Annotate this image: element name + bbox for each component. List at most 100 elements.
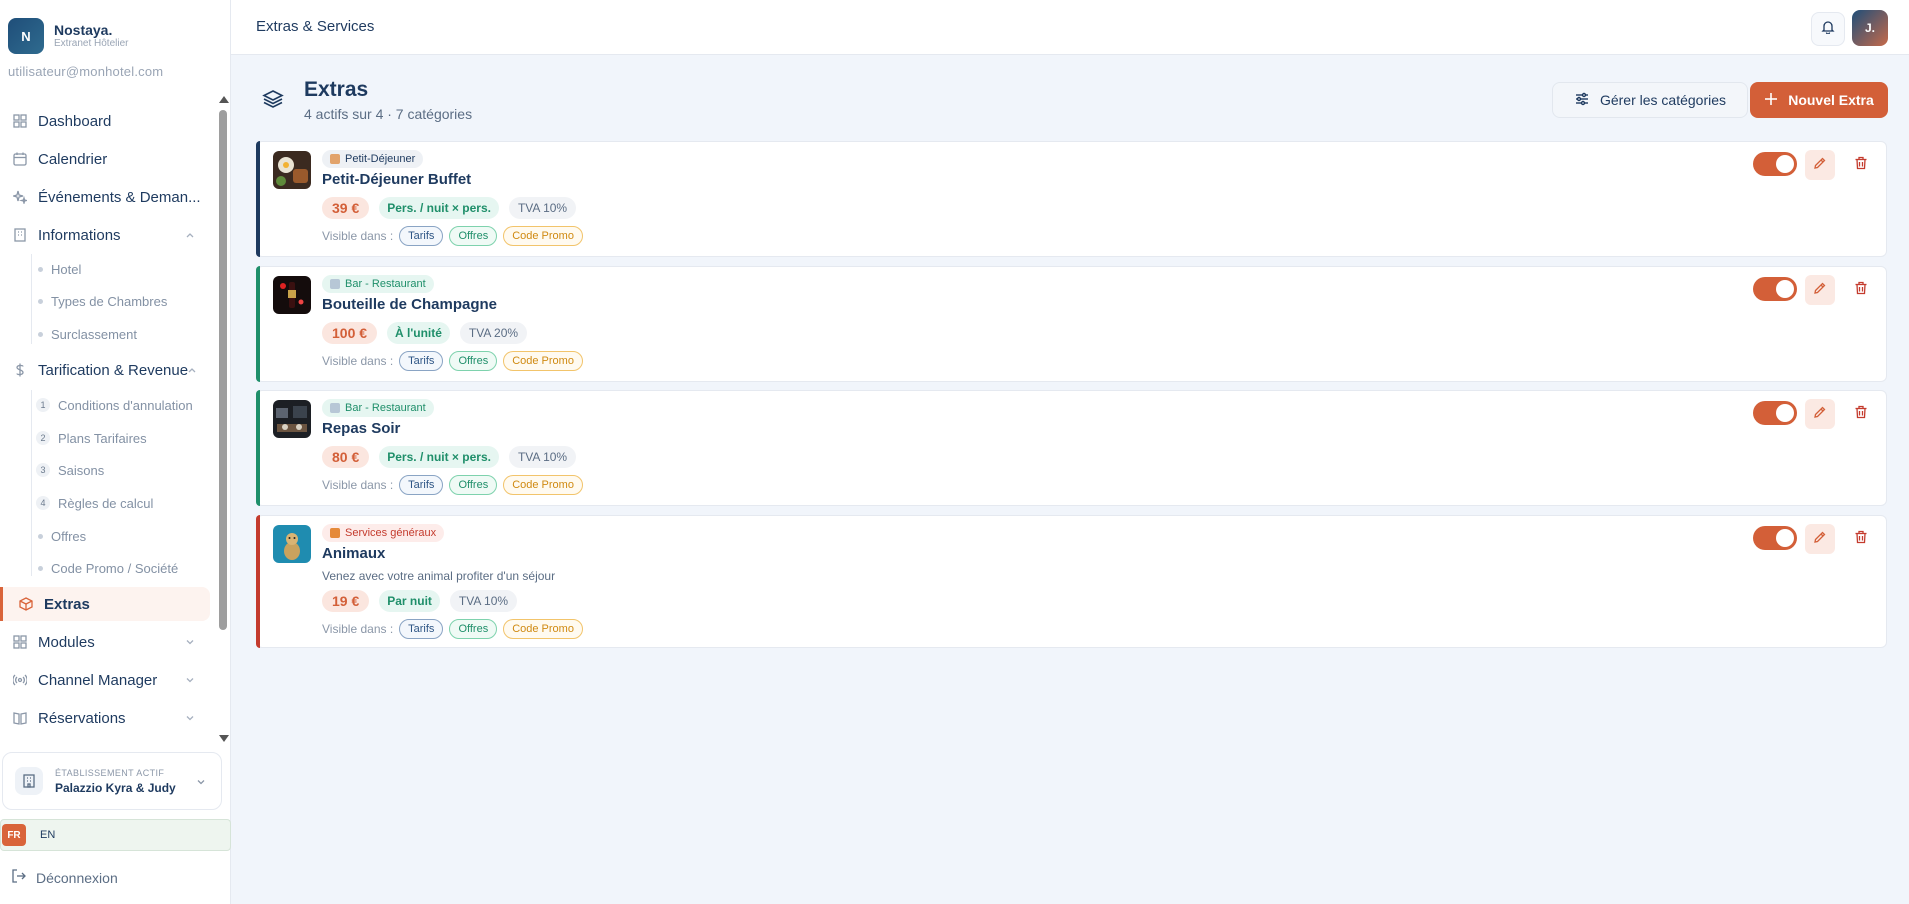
sidebar-item-label: Calendrier	[38, 150, 108, 168]
card-accent-bar	[256, 390, 260, 506]
sidebar-item-label: Dashboard	[38, 112, 112, 130]
chevron-up-icon	[186, 363, 198, 375]
utensils-icon	[330, 403, 340, 413]
sidebar-item-channel-manager[interactable]: Channel Manager	[0, 663, 210, 697]
sidebar-item-tarification[interactable]: Tarification & Revenue	[0, 353, 210, 387]
utensils-icon	[330, 279, 340, 289]
delete-button[interactable]	[1850, 528, 1872, 550]
language-en-button[interactable]: EN	[40, 829, 55, 841]
submenu-item-plans-tarifaires[interactable]: 2 Plans Tarifaires	[36, 426, 147, 450]
tag-tarifs: Tarifs	[399, 351, 444, 371]
extra-card[interactable]: Bar - Restaurant Repas Soir 80 € Pers. /…	[256, 390, 1887, 506]
extra-description: Venez avec votre animal profiter d'un sé…	[322, 569, 556, 583]
establishment-selector[interactable]: ÉTABLISSEMENT ACTIF Palazzio Kyra & Judy	[2, 752, 222, 810]
visibility-tags: Visible dans : Tarifs Offres Code Promo	[322, 351, 583, 371]
trash-icon	[1854, 281, 1868, 300]
extra-thumbnail	[273, 151, 311, 189]
bullet-icon	[38, 266, 43, 272]
establishment-label: ÉTABLISSEMENT ACTIF	[55, 767, 165, 778]
user-email: utilisateur@monhotel.com	[8, 64, 164, 79]
sidebar-item-label: Événements & Deman...	[38, 188, 201, 206]
submenu-item-regles-calcul[interactable]: 4 Règles de calcul	[36, 491, 153, 515]
submenu-item-hotel[interactable]: Hotel	[36, 257, 81, 281]
extra-card[interactable]: Services généraux Animaux Venez avec vot…	[256, 515, 1887, 648]
chevron-down-icon	[195, 775, 207, 793]
brand[interactable]: N Nostaya. Extranet Hôtelier	[8, 18, 128, 54]
extra-chips: 80 € Pers. / nuit × pers. TVA 10%	[322, 446, 577, 468]
submenu-item-types-chambres[interactable]: Types de Chambres	[36, 289, 167, 313]
active-toggle[interactable]	[1753, 277, 1797, 301]
submenu-item-surclassement[interactable]: Surclassement	[36, 322, 137, 346]
broadcast-icon	[12, 672, 28, 688]
submenu-item-offres[interactable]: Offres	[36, 524, 86, 548]
sidebar-item-evenements[interactable]: Événements & Deman...	[0, 180, 210, 214]
visible-label: Visible dans :	[322, 229, 394, 243]
edit-button[interactable]	[1805, 150, 1835, 180]
new-extra-label: Nouvel Extra	[1788, 92, 1874, 108]
sidebar-item-label: Extras	[44, 595, 90, 613]
notifications-button[interactable]	[1811, 12, 1845, 46]
delete-button[interactable]	[1850, 403, 1872, 425]
extra-card[interactable]: Bar - Restaurant Bouteille de Champagne …	[256, 266, 1887, 382]
sidebar-item-reservations[interactable]: Réservations	[0, 701, 210, 735]
extra-thumbnail	[273, 400, 311, 438]
unit-badge: Par nuit	[379, 590, 440, 612]
sidebar-scrollbar[interactable]	[217, 96, 229, 742]
chevron-up-icon	[184, 228, 196, 240]
extra-name: Bouteille de Champagne	[322, 296, 498, 313]
tag-code-promo: Code Promo	[503, 226, 583, 246]
extra-chips: 100 € À l'unité TVA 20%	[322, 322, 528, 344]
new-extra-button[interactable]: Nouvel Extra	[1750, 82, 1888, 118]
category-badge: Petit-Déjeuner	[322, 150, 424, 168]
user-avatar[interactable]: J.	[1852, 10, 1888, 46]
scrollbar-thumb[interactable]	[219, 110, 227, 630]
tag-offres: Offres	[449, 226, 498, 246]
manage-categories-label: Gérer les catégories	[1599, 92, 1727, 108]
extra-name: Petit-Déjeuner Buffet	[322, 171, 472, 188]
edit-button[interactable]	[1805, 399, 1835, 429]
building-icon	[12, 227, 28, 243]
sliders-icon	[1574, 91, 1590, 110]
bullet-icon	[38, 331, 43, 337]
manage-categories-button[interactable]: Gérer les catégories	[1552, 82, 1748, 118]
active-toggle[interactable]	[1753, 152, 1797, 176]
extra-card[interactable]: Petit-Déjeuner Petit-Déjeuner Buffet 39 …	[256, 141, 1887, 257]
delete-button[interactable]	[1850, 279, 1872, 301]
submenu-item-code-promo[interactable]: Code Promo / Société	[36, 556, 178, 580]
dollar-icon	[12, 362, 28, 378]
tag-offres: Offres	[449, 619, 498, 639]
brand-subtitle: Extranet Hôtelier	[54, 38, 129, 49]
establishment-name: Palazzio Kyra & Judy	[55, 780, 176, 795]
language-fr-button[interactable]: FR	[2, 824, 26, 846]
scroll-down-arrow-icon[interactable]	[219, 735, 229, 742]
active-toggle[interactable]	[1753, 401, 1797, 425]
category-label: Bar - Restaurant	[345, 402, 426, 414]
visible-label: Visible dans :	[322, 354, 394, 368]
submenu-label: Code Promo / Société	[51, 560, 179, 576]
chevron-down-icon	[184, 635, 196, 647]
sidebar-item-dashboard[interactable]: Dashboard	[0, 104, 210, 138]
submenu-label: Saisons	[58, 462, 105, 478]
sidebar-item-extras[interactable]: Extras	[0, 587, 210, 621]
submenu-rail	[31, 254, 32, 344]
submenu-item-annulation[interactable]: 1 Conditions d'annulation	[36, 393, 193, 417]
sidebar-item-informations[interactable]: Informations	[0, 218, 210, 252]
book-icon	[12, 710, 28, 726]
grid-icon	[12, 113, 28, 129]
tva-badge: TVA 10%	[508, 197, 577, 219]
edit-button[interactable]	[1805, 275, 1835, 305]
extra-chips: 19 € Par nuit TVA 10%	[322, 590, 518, 612]
tag-code-promo: Code Promo	[503, 475, 583, 495]
trash-icon	[1854, 530, 1868, 549]
scroll-up-arrow-icon[interactable]	[219, 96, 229, 103]
sidebar-item-modules[interactable]: Modules	[0, 625, 210, 659]
page-breadcrumb-title: Extras & Services	[256, 18, 375, 35]
delete-button[interactable]	[1850, 154, 1872, 176]
logout-button[interactable]: Déconnexion	[12, 869, 118, 886]
active-toggle[interactable]	[1753, 526, 1797, 550]
unit-badge: Pers. / nuit × pers.	[379, 446, 499, 468]
sidebar-item-calendrier[interactable]: Calendrier	[0, 142, 210, 176]
edit-button[interactable]	[1805, 524, 1835, 554]
language-switcher: FR EN	[0, 819, 231, 851]
submenu-item-saisons[interactable]: 3 Saisons	[36, 458, 104, 482]
